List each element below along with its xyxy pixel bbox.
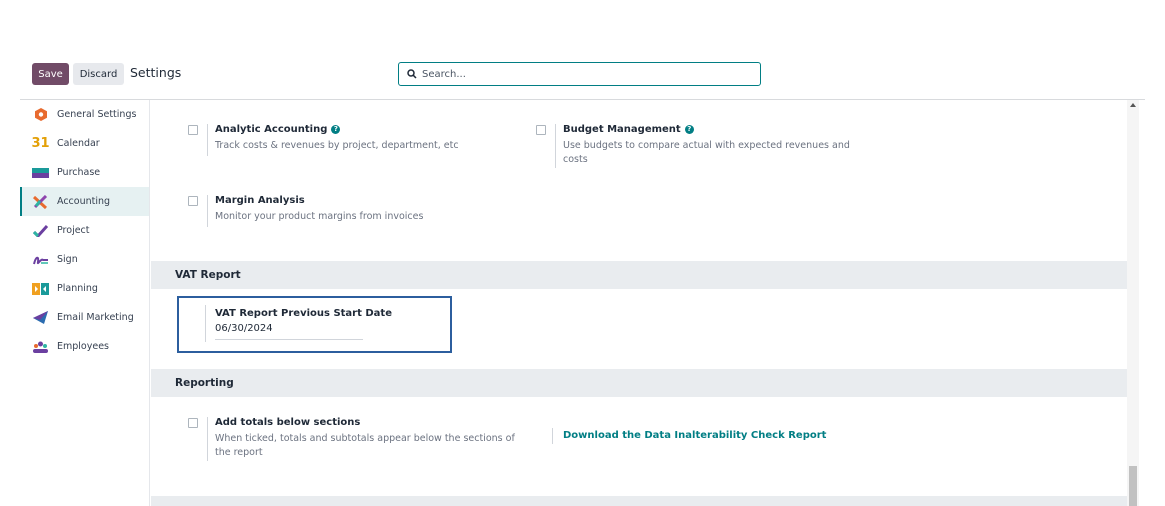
sidebar-item-general-settings[interactable]: General Settings	[20, 100, 149, 129]
email-marketing-icon	[32, 311, 49, 325]
sidebar-item-accounting[interactable]: Accounting	[20, 187, 149, 216]
vat-start-date-field[interactable]: 06/30/2024	[215, 323, 363, 340]
sidebar-item-label: Accounting	[57, 196, 111, 207]
planning-icon	[32, 282, 49, 296]
divider	[207, 124, 208, 156]
save-button[interactable]: Save	[32, 63, 69, 85]
section-header-reporting: Reporting	[151, 369, 1127, 397]
sidebar-item-label: Sign	[57, 254, 78, 265]
employees-icon	[32, 340, 49, 354]
sidebar-item-sign[interactable]: Sign	[20, 245, 149, 274]
vat-start-date-label: VAT Report Previous Start Date	[215, 308, 392, 319]
download-inalterability-report-link[interactable]: Download the Data Inalterability Check R…	[563, 430, 826, 441]
help-icon[interactable]: ?	[684, 125, 694, 134]
search-placeholder: Search...	[422, 68, 466, 80]
sidebar-item-label: Calendar	[57, 138, 100, 149]
scrollbar[interactable]	[1127, 100, 1139, 506]
divider	[207, 195, 208, 227]
setting-label: Analytic Accounting?	[215, 124, 341, 135]
sidebar-item-label: Purchase	[57, 167, 101, 178]
setting-description: When ticked, totals and subtotals appear…	[215, 433, 515, 458]
settings-sidebar: General Settings 31 Calendar Purchase Ac…	[20, 100, 150, 506]
divider	[207, 417, 208, 461]
divider	[205, 305, 206, 342]
sidebar-item-calendar[interactable]: 31 Calendar	[20, 129, 149, 158]
page-title: Settings	[130, 65, 182, 80]
sidebar-item-label: Project	[57, 225, 90, 236]
sidebar-item-email-marketing[interactable]: Email Marketing	[20, 303, 149, 332]
setting-label: Add totals below sections	[215, 417, 361, 428]
setting-description: Use budgets to compare actual with expec…	[563, 140, 850, 165]
sidebar-item-planning[interactable]: Planning	[20, 274, 149, 303]
discard-button[interactable]: Discard	[73, 63, 124, 85]
budget-management-checkbox[interactable]	[536, 125, 546, 135]
add-totals-checkbox[interactable]	[188, 418, 198, 428]
sidebar-item-purchase[interactable]: Purchase	[20, 158, 149, 187]
sidebar-item-label: General Settings	[57, 109, 137, 120]
control-panel: Save Discard Settings Search...	[0, 0, 1165, 100]
sidebar-item-label: Email Marketing	[57, 312, 134, 323]
divider	[552, 428, 553, 444]
search-icon	[407, 69, 417, 79]
sign-icon	[32, 253, 49, 267]
project-icon	[32, 224, 49, 238]
help-icon[interactable]: ?	[331, 125, 341, 134]
section-header-next	[151, 496, 1127, 506]
setting-label: Margin Analysis	[215, 195, 305, 206]
scroll-up-icon[interactable]	[1130, 103, 1136, 107]
margin-analysis-checkbox[interactable]	[188, 196, 198, 206]
odoo-icon	[32, 108, 49, 122]
sidebar-item-label: Planning	[57, 283, 98, 294]
purchase-icon	[32, 166, 49, 180]
section-header-vat-report: VAT Report	[151, 261, 1127, 289]
scrollbar-thumb[interactable]	[1129, 466, 1137, 506]
sidebar-item-project[interactable]: Project	[20, 216, 149, 245]
divider	[555, 124, 556, 168]
analytic-accounting-checkbox[interactable]	[188, 125, 198, 135]
setting-description: Monitor your product margins from invoic…	[215, 211, 424, 222]
sidebar-item-employees[interactable]: Employees	[20, 332, 149, 361]
sidebar-item-label: Employees	[57, 341, 109, 352]
accounting-icon	[32, 194, 49, 209]
setting-description: Track costs & revenues by project, depar…	[215, 140, 459, 151]
setting-label: Budget Management?	[563, 124, 694, 135]
search-input[interactable]: Search...	[398, 62, 761, 86]
calendar-icon: 31	[31, 136, 50, 151]
